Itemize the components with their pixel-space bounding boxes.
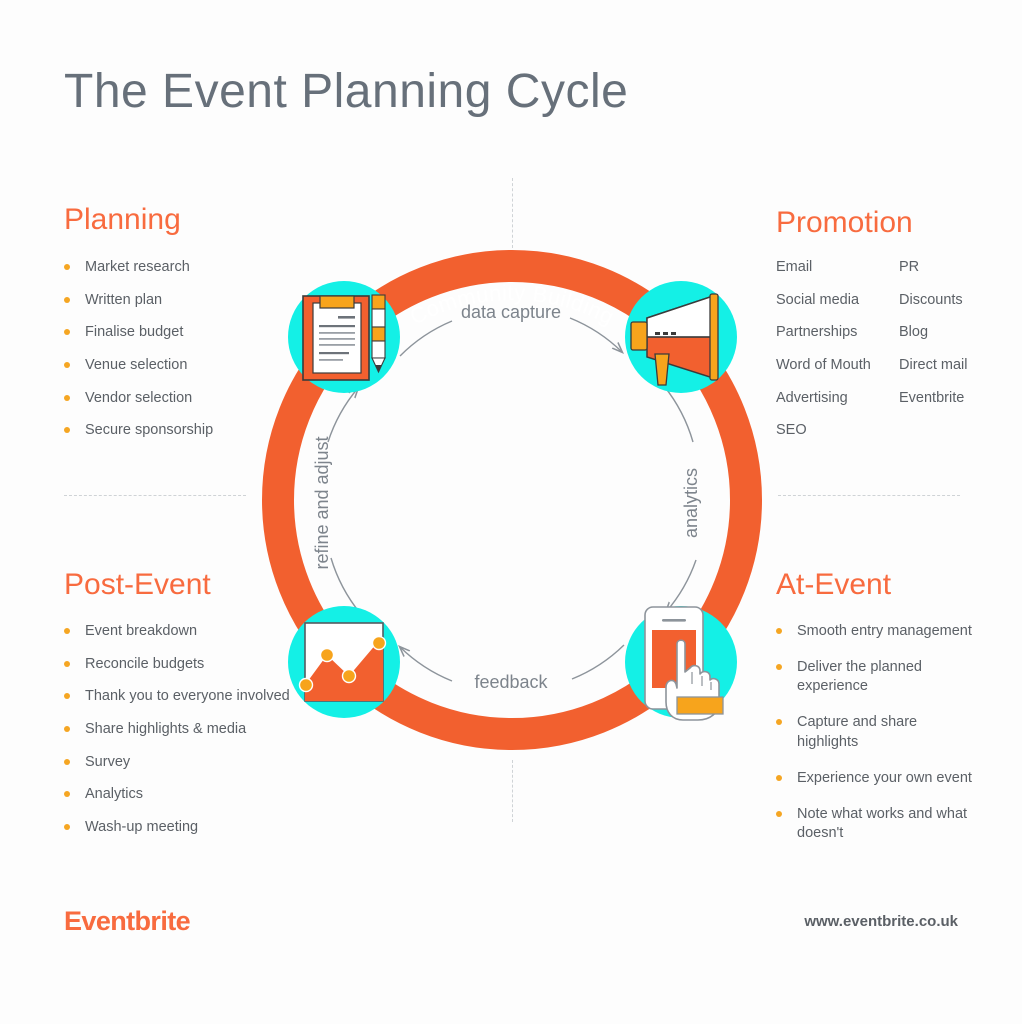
cycle-node-planning[interactable] bbox=[288, 281, 400, 393]
flow-label-bottom: feedback bbox=[474, 672, 548, 692]
flow-arrow-bottom-end bbox=[400, 647, 453, 682]
cycle-node-promotion[interactable] bbox=[625, 281, 737, 393]
infographic-page: The Event Planning Cycle Planning Promot… bbox=[0, 0, 1022, 1024]
flow-arrow-right-start bbox=[663, 385, 694, 443]
flow-label-left: refine and adjust bbox=[312, 436, 332, 569]
flow-arrow-left-start bbox=[330, 557, 361, 614]
area-chart-icon bbox=[298, 622, 387, 702]
flow-label-right: analytics bbox=[681, 468, 701, 538]
flow-arrow-top-start bbox=[399, 320, 453, 357]
flow-arrow-bottom-start bbox=[571, 644, 625, 680]
flow-arrow-left-end bbox=[327, 388, 358, 443]
eventbrite-url: www.eventbrite.co.uk bbox=[804, 913, 958, 930]
cycle-node-post-event[interactable] bbox=[288, 606, 400, 718]
eventbrite-logo: Eventbrite bbox=[64, 906, 191, 936]
flow-label-top: data capture bbox=[461, 302, 561, 322]
event-cycle-diagram: Community Building data capture analytic… bbox=[262, 250, 762, 750]
flow-arrow-right-end bbox=[666, 559, 697, 612]
